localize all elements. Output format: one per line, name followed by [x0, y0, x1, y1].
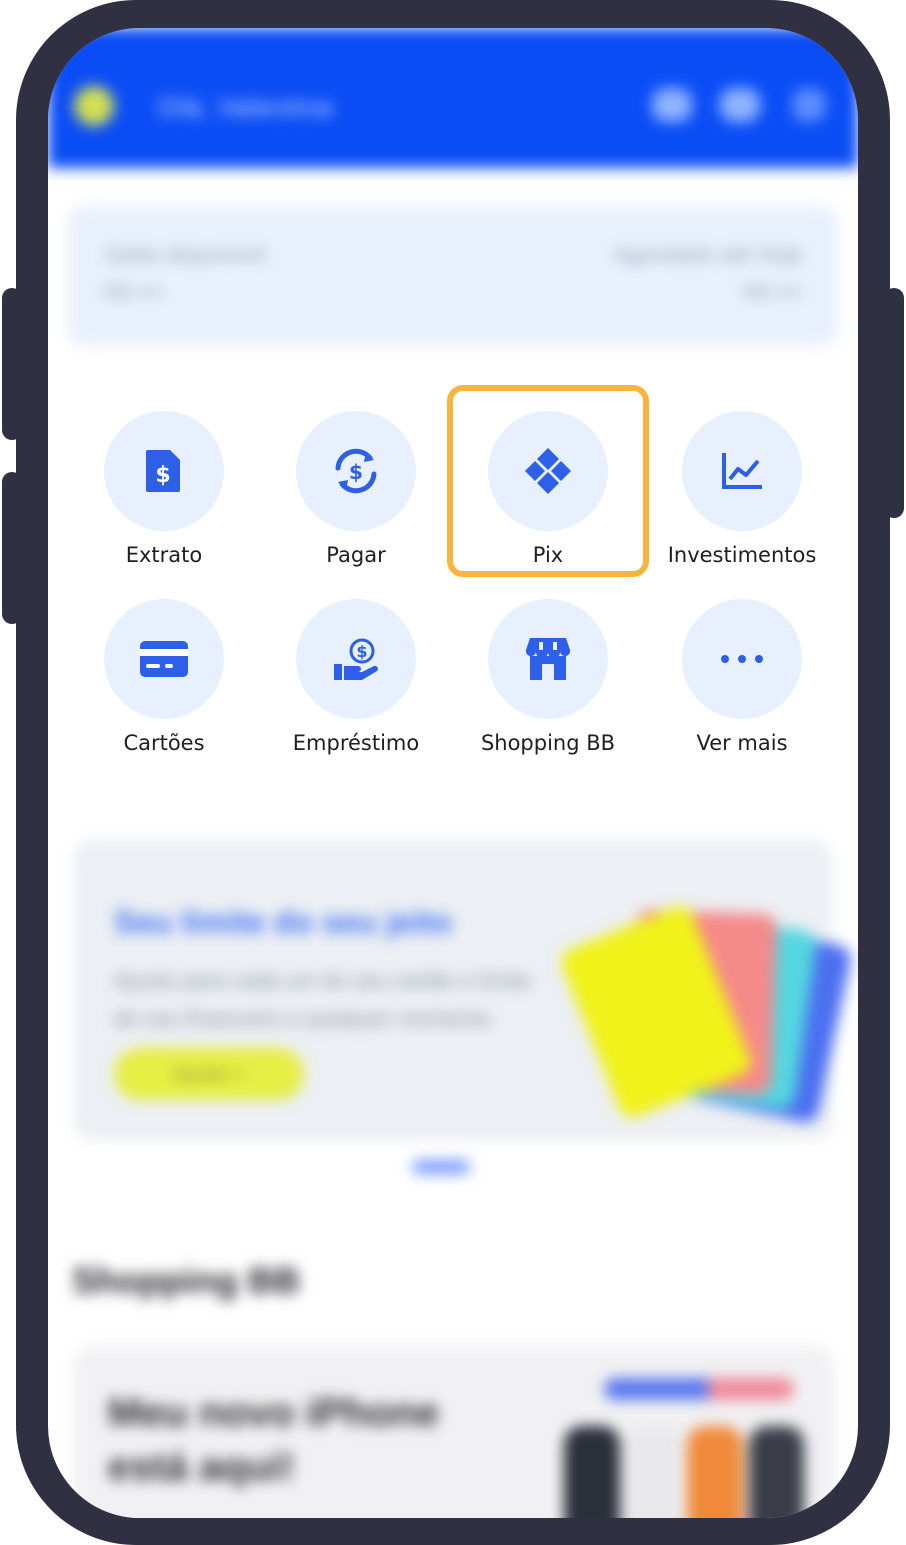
promo-title: Meu novo iPhone está aqui! — [108, 1391, 440, 1489]
banner-title: Seu limite do seu jeito — [114, 904, 452, 940]
carousel-indicator[interactable] — [412, 1160, 470, 1174]
card-icon — [140, 641, 188, 677]
more-icon — [721, 655, 763, 663]
action-shopping-bb[interactable]: Shopping BB — [468, 599, 628, 755]
action-ver-mais[interactable]: Ver mais — [662, 599, 822, 755]
loan-icon: $ — [334, 638, 378, 680]
phone-mockup: Olá, Valentina Saldo disponível R$ •••• … — [2, 0, 904, 1545]
promo-tag — [604, 1378, 794, 1400]
action-label: Ver mais — [696, 731, 788, 755]
action-label: Investimentos — [667, 543, 817, 567]
avatar[interactable] — [74, 86, 114, 126]
statement-icon: $ — [146, 450, 180, 492]
svg-text:$: $ — [155, 463, 170, 488]
svg-text:$: $ — [349, 460, 363, 484]
balance-available-value: R$ •••• — [104, 282, 164, 304]
pix-highlight-frame — [447, 385, 649, 577]
chat-icon[interactable] — [720, 88, 760, 122]
svg-text:$: $ — [356, 642, 367, 661]
action-cartoes[interactable]: Cartões — [84, 599, 244, 755]
balance-scheduled-value: R$ •••• — [742, 282, 802, 304]
shopping-promo-card[interactable]: Meu novo iPhone está aqui! — [74, 1346, 834, 1518]
balance-card[interactable]: Saldo disponível R$ •••• Agendado até Ho… — [68, 206, 838, 346]
logout-icon[interactable] — [792, 88, 826, 122]
action-label: Empréstimo — [292, 731, 420, 755]
investments-icon — [722, 453, 762, 489]
pay-icon: $ — [335, 448, 377, 494]
action-label: Cartões — [123, 731, 205, 755]
balance-scheduled-label: Agendado até Hoje — [613, 242, 802, 267]
action-emprestimo[interactable]: $ Empréstimo — [276, 599, 436, 755]
phone-side-button-left-1 — [2, 288, 22, 440]
action-label: Extrato — [125, 543, 203, 567]
action-label: Pagar — [326, 543, 386, 567]
action-label: Shopping BB — [480, 731, 616, 755]
action-pagar[interactable]: $ Pagar — [276, 411, 436, 567]
banner-text: Ajuste para cada um do seu cartão o limi… — [114, 968, 532, 1031]
eye-icon[interactable] — [652, 88, 692, 122]
greeting-text: Olá, Valentina — [158, 92, 334, 122]
promo-banner[interactable]: Seu limite do seu jeito Ajuste para cada… — [74, 840, 854, 1140]
action-investimentos[interactable]: Investimentos — [662, 411, 822, 567]
phone-screen: Olá, Valentina Saldo disponível R$ •••• … — [48, 28, 858, 1518]
balance-available-label: Saldo disponível — [104, 242, 266, 267]
phones-image — [564, 1426, 804, 1518]
store-icon — [525, 638, 571, 680]
action-extrato[interactable]: $ Extrato — [84, 411, 244, 567]
banner-button[interactable]: Ajustar > — [114, 1048, 304, 1100]
phone-side-button-left-2 — [2, 472, 22, 624]
app-header: Olá, Valentina — [48, 28, 858, 168]
section-title-shopping: Shopping BB — [72, 1260, 300, 1301]
phone-side-button-right — [884, 288, 904, 518]
